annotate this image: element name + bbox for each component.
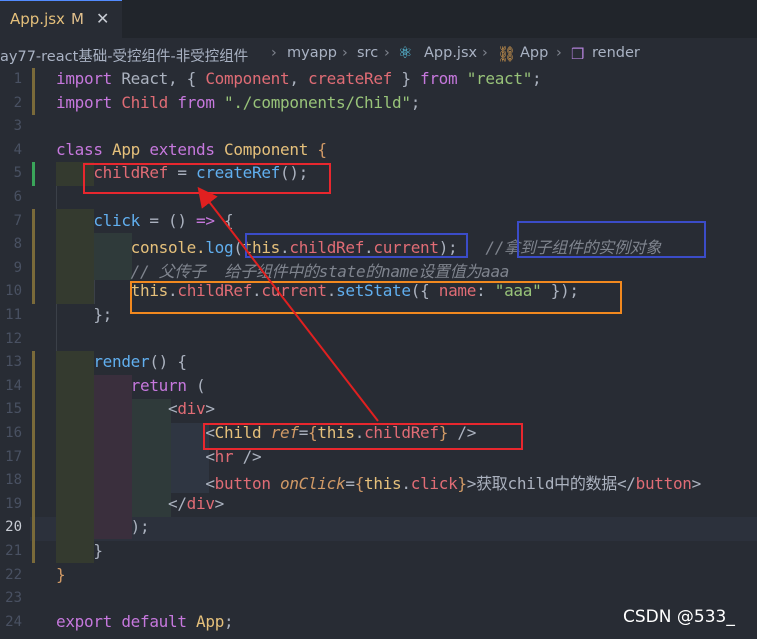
watermark: CSDN @533_: [623, 607, 735, 627]
annotation-arrow: [197, 186, 379, 422]
